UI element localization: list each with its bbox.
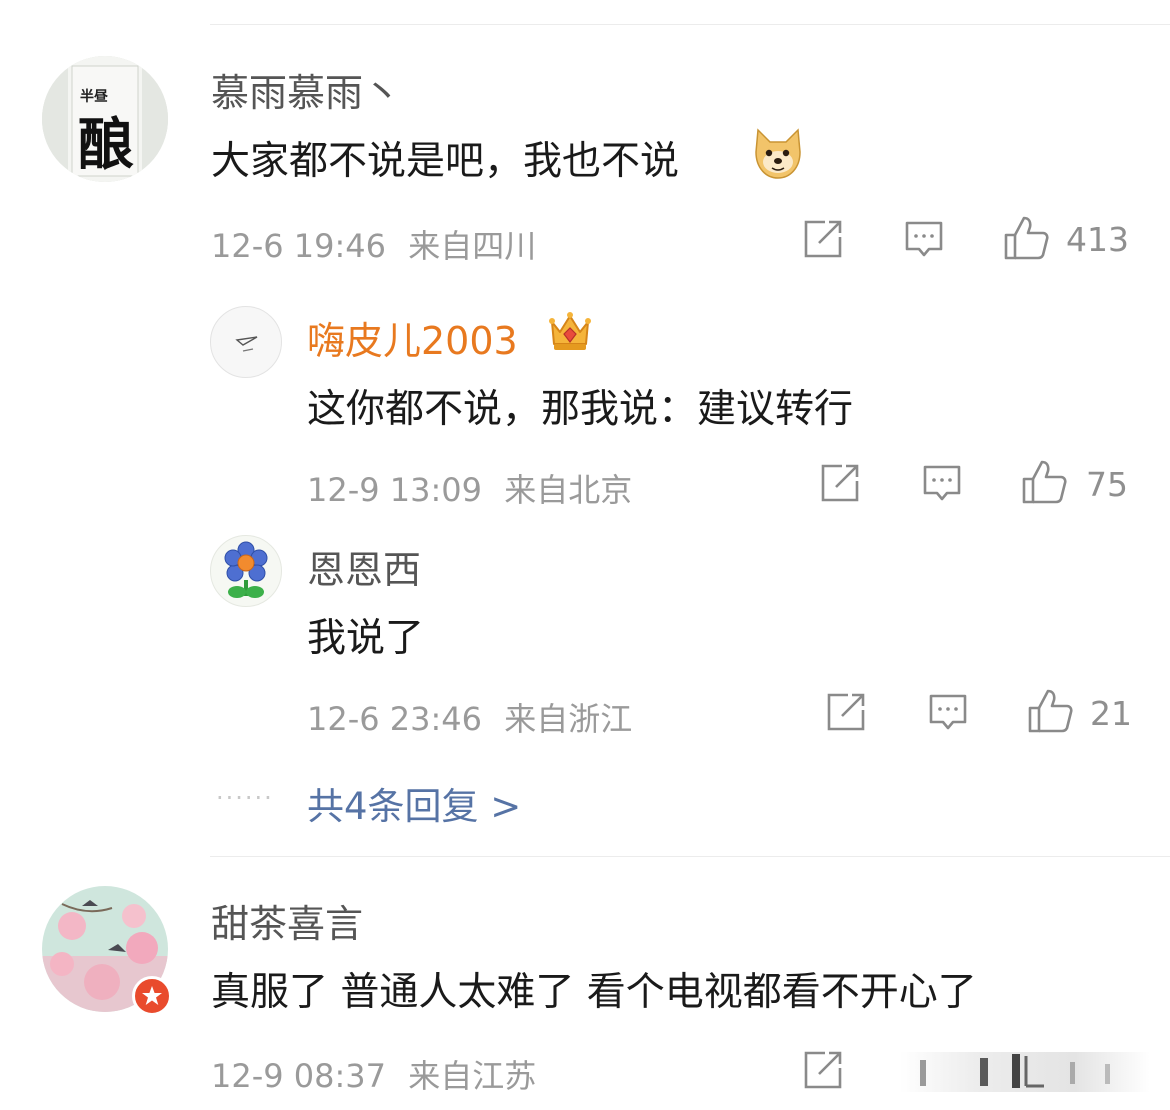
comment-location: 来自四川 [408,227,537,265]
more-replies-dots: ······ [216,784,274,812]
like-icon[interactable] [1003,215,1049,261]
comment-meta: 12-6 19:46 来自四川 [211,221,536,267]
reply-time: 12-6 23:46 [307,700,483,738]
share-icon[interactable] [803,219,843,259]
comment-meta: 12-9 08:37 来自江苏 [211,1051,536,1097]
more-replies-link[interactable]: 共4条回复 > [307,776,521,830]
reply-text: 这你都不说，那我说：建议转行 [307,387,854,432]
like-count: 21 [1090,694,1132,733]
reply-time: 12-9 13:09 [307,471,483,509]
comment-icon[interactable] [904,220,944,260]
reply-username[interactable]: 嗨皮儿2003 [307,310,518,365]
flower-icon [224,541,268,598]
comment-username[interactable]: 甜茶喜言 [211,893,363,948]
like-icon[interactable] [1027,688,1073,734]
avatar[interactable] [210,535,282,607]
share-icon[interactable] [803,1050,843,1090]
comment-username[interactable]: 慕雨慕雨丶 [211,62,401,117]
crown-icon [549,312,591,350]
top-divider [210,24,1170,25]
reply-meta: 12-9 13:09 来自北京 [307,465,632,511]
like-icon[interactable] [1021,459,1067,505]
comment-icon[interactable] [922,464,962,504]
paper-plane-icon [235,336,258,352]
comment-icon[interactable] [928,693,968,733]
comment-time: 12-9 08:37 [211,1057,387,1095]
comment-time: 12-6 19:46 [211,227,387,265]
watermark [900,1052,1150,1092]
comment-text: 大家都不说是吧，我也不说 [211,139,680,184]
like-count: 75 [1086,465,1128,504]
comment-divider [210,856,1170,857]
like-count: 413 [1066,220,1129,259]
reply-location: 来自北京 [504,471,633,509]
doge-emoji [755,128,801,179]
share-icon[interactable] [826,692,866,732]
comment-text: 真服了 普通人太难了 看个电视都看不开心了 [211,970,977,1015]
avatar-label-main: 酿 [78,112,134,178]
avatar[interactable] [210,306,282,378]
avatar[interactable]: 半昼 酿 [42,56,168,182]
reply-text: 我说了 [307,616,425,661]
share-icon[interactable] [820,463,860,503]
comment-location: 来自江苏 [408,1057,537,1095]
reply-location: 来自浙江 [504,700,633,738]
verified-badge-icon [132,976,172,1016]
reply-meta: 12-6 23:46 来自浙江 [307,694,632,740]
reply-username[interactable]: 恩恩西 [307,539,421,594]
